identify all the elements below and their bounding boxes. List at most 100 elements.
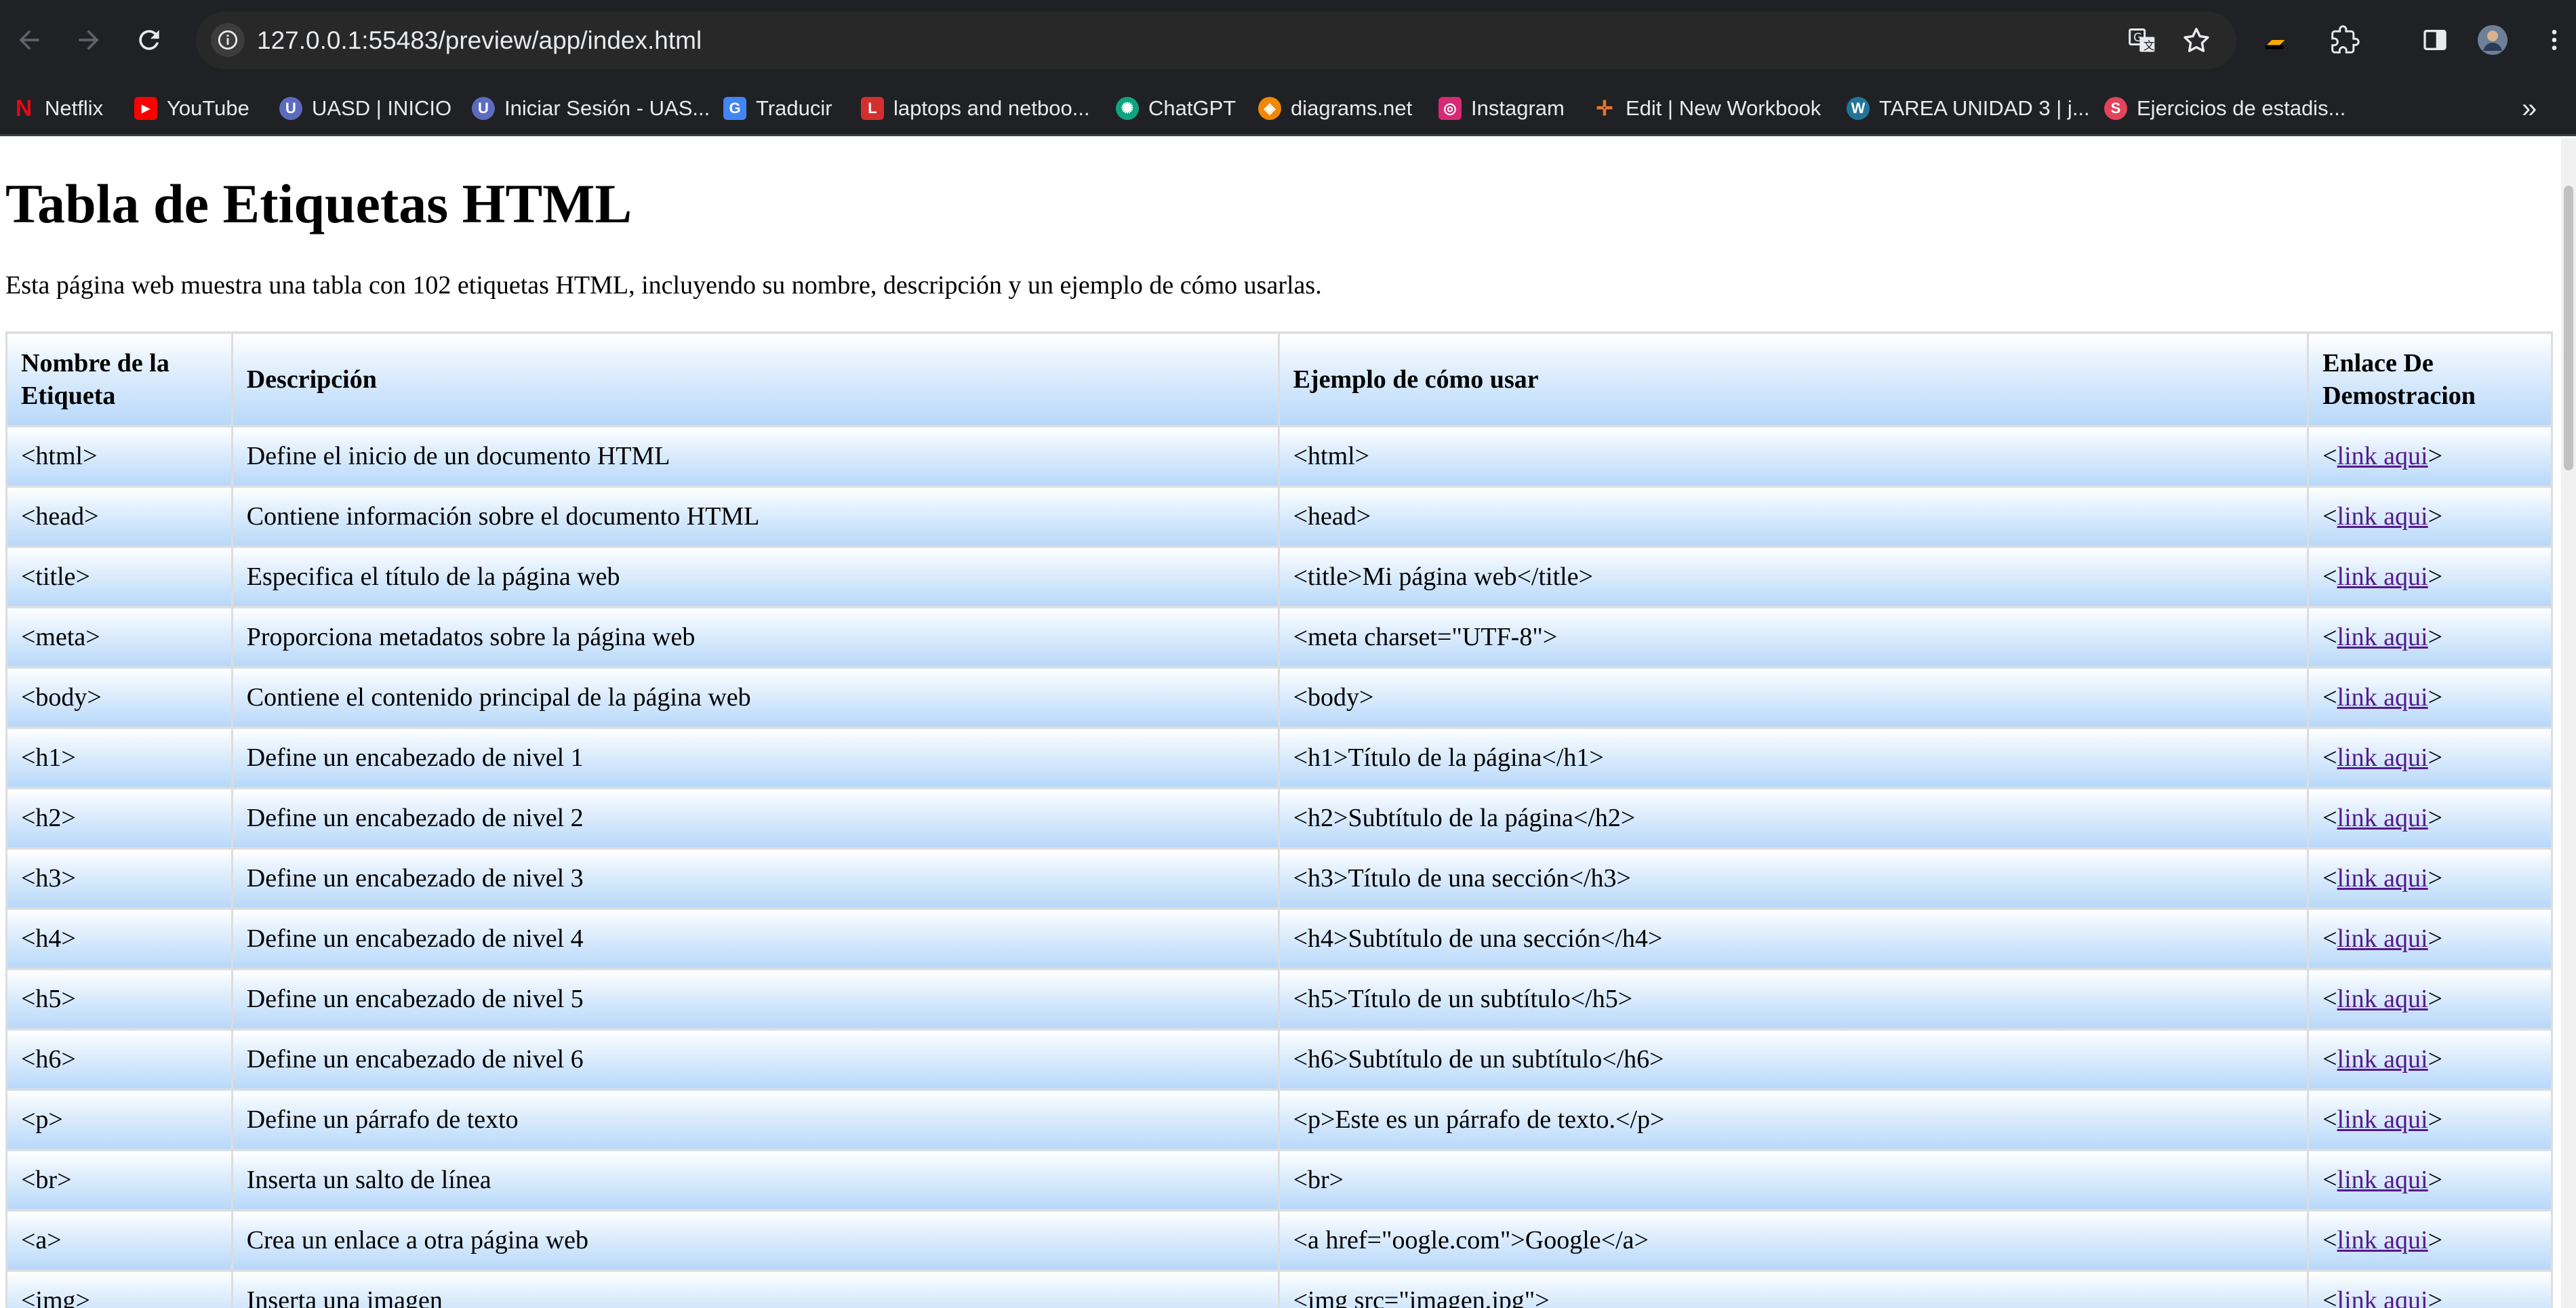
cell-description: Define un párrafo de texto bbox=[230, 1088, 1280, 1151]
bookmark-label: diagrams.net bbox=[1291, 96, 1413, 120]
svg-text:文: 文 bbox=[2144, 39, 2155, 52]
back-button[interactable] bbox=[9, 20, 49, 60]
forward-button[interactable] bbox=[69, 20, 108, 60]
link-bracket-open: < bbox=[2322, 924, 2337, 953]
profile-avatar[interactable] bbox=[2476, 23, 2510, 57]
link-bracket-open: < bbox=[2322, 985, 2337, 1013]
scrollbar-thumb[interactable] bbox=[2564, 186, 2573, 470]
netflix-icon: N bbox=[15, 95, 33, 121]
bookmark-label: Iniciar Sesión - UAS... bbox=[504, 96, 710, 120]
cell-example: <h6>Subtítulo de un subtítulo</h6> bbox=[1277, 1028, 2310, 1090]
cell-demo-link: <link aqui> bbox=[2307, 546, 2553, 608]
link-bracket-close: > bbox=[2428, 1286, 2443, 1308]
demo-link[interactable]: link aqui bbox=[2337, 623, 2428, 651]
demo-link[interactable]: link aqui bbox=[2337, 1286, 2428, 1308]
bookmark-star-icon[interactable] bbox=[2181, 25, 2212, 56]
bookmark-instagram[interactable]: ◎ Instagram bbox=[1438, 81, 1565, 136]
instagram-icon: ◎ bbox=[1438, 97, 1462, 120]
site-info-icon[interactable] bbox=[211, 23, 245, 57]
demo-link[interactable]: link aqui bbox=[2337, 1105, 2428, 1134]
translate-icon: G bbox=[723, 97, 746, 120]
page-viewport: Tabla de Etiquetas HTML Esta página web … bbox=[0, 138, 2576, 1308]
arrow-left-icon bbox=[19, 30, 39, 50]
bookmarks-overflow-button[interactable]: » bbox=[2522, 81, 2537, 136]
cell-tag-name: <p> bbox=[5, 1088, 233, 1151]
page-scrollbar[interactable] bbox=[2561, 138, 2576, 1308]
bookmark-tarea[interactable]: W TAREA UNIDAD 3 | j... bbox=[1847, 81, 2090, 136]
cell-description: Crea un enlace a otra página web bbox=[230, 1209, 1280, 1271]
table-body: <html> Define el inicio de un documento H… bbox=[5, 425, 2553, 1308]
link-bracket-close: > bbox=[2428, 502, 2443, 531]
demo-link[interactable]: link aqui bbox=[2337, 804, 2428, 832]
link-bracket-open: < bbox=[2322, 1226, 2337, 1254]
extension-icon[interactable] bbox=[2260, 23, 2294, 57]
cell-example: <html> bbox=[1277, 425, 2310, 487]
bookmark-laptops[interactable]: Llaptops and netboo... bbox=[861, 81, 1090, 136]
address-bar[interactable]: 127.0.0.1:55483/preview/app/index.html G… bbox=[196, 12, 2236, 69]
bookmark-uasd[interactable]: U UASD | INICIO bbox=[279, 81, 451, 136]
cell-tag-name: <h4> bbox=[5, 907, 233, 970]
page-title: Tabla de Etiquetas HTML bbox=[5, 173, 632, 234]
side-panel-icon[interactable] bbox=[2418, 23, 2452, 57]
link-bracket-close: > bbox=[2428, 683, 2443, 712]
cell-demo-link: <link aqui> bbox=[2307, 787, 2553, 849]
link-bracket-close: > bbox=[2428, 985, 2443, 1013]
demo-link[interactable]: link aqui bbox=[2337, 1045, 2428, 1074]
chatgpt-icon: ✺ bbox=[1116, 97, 1139, 120]
page-intro: Esta página web muestra una tabla con 10… bbox=[5, 271, 1322, 300]
cell-demo-link: <link aqui> bbox=[2307, 425, 2553, 487]
cell-description: Inserta una imagen bbox=[230, 1269, 1280, 1308]
cell-example: <head> bbox=[1277, 485, 2310, 548]
bookmark-uasd-login[interactable]: U Iniciar Sesión - UAS... bbox=[472, 81, 710, 136]
link-bracket-open: < bbox=[2322, 1045, 2337, 1074]
bookmark-netflix[interactable]: N Netflix bbox=[12, 81, 103, 136]
demo-link[interactable]: link aqui bbox=[2337, 502, 2428, 531]
bookmark-diagrams[interactable]: ◈ diagrams.net bbox=[1258, 81, 1412, 136]
arrow-right-icon bbox=[79, 30, 99, 50]
cell-demo-link: <link aqui> bbox=[2307, 1209, 2553, 1271]
bookmark-traducir[interactable]: G Traducir bbox=[723, 81, 832, 136]
cell-description: Proporciona metadatos sobre la página we… bbox=[230, 606, 1280, 668]
cell-tag-name: <h6> bbox=[5, 1028, 233, 1090]
table-row: <head> Contiene información sobre el docu… bbox=[5, 485, 2553, 548]
cell-example: <br> bbox=[1277, 1149, 2310, 1211]
demo-link[interactable]: link aqui bbox=[2337, 864, 2428, 893]
table-row: <h3> Define un encabezado de nivel 3 <h3>T… bbox=[5, 847, 2553, 910]
cell-description: Define un encabezado de nivel 3 bbox=[230, 847, 1280, 910]
cell-description: Define un encabezado de nivel 1 bbox=[230, 727, 1280, 789]
bookmark-label: Netflix bbox=[45, 96, 104, 120]
link-bracket-close: > bbox=[2428, 924, 2443, 953]
youtube-icon: ▶ bbox=[134, 97, 157, 120]
demo-link[interactable]: link aqui bbox=[2337, 563, 2428, 591]
chevron-double-right-icon: » bbox=[2522, 93, 2537, 123]
demo-link[interactable]: link aqui bbox=[2337, 743, 2428, 772]
link-bracket-close: > bbox=[2428, 563, 2443, 591]
demo-link[interactable]: link aqui bbox=[2337, 985, 2428, 1013]
cell-example: <a href="oogle.com">Google</a> bbox=[1277, 1209, 2310, 1271]
bookmark-ejercicios[interactable]: S Ejercicios de estadis... bbox=[2104, 81, 2346, 136]
reload-button[interactable] bbox=[129, 20, 169, 60]
bookmark-chatgpt[interactable]: ✺ ChatGPT bbox=[1116, 81, 1236, 136]
bookmark-workbook[interactable]: ✛ Edit | New Workbook bbox=[1593, 81, 1821, 136]
url-text[interactable]: 127.0.0.1:55483/preview/app/index.html bbox=[257, 12, 702, 69]
translate-page-icon[interactable]: G文 bbox=[2127, 25, 2158, 56]
cell-example: <img src="imagen.jpg"> bbox=[1277, 1269, 2310, 1308]
demo-link[interactable]: link aqui bbox=[2337, 1226, 2428, 1254]
bookmark-youtube[interactable]: ▶ YouTube bbox=[134, 81, 249, 136]
table-row: <meta> Proporciona metadatos sobre la pág… bbox=[5, 606, 2553, 668]
demo-link[interactable]: link aqui bbox=[2337, 683, 2428, 712]
link-bracket-close: > bbox=[2428, 1105, 2443, 1134]
cell-tag-name: <html> bbox=[5, 425, 233, 487]
menu-kebab-icon[interactable] bbox=[2537, 23, 2571, 57]
ejercicios-icon: S bbox=[2104, 97, 2127, 120]
link-bracket-open: < bbox=[2322, 502, 2337, 531]
cell-tag-name: <meta> bbox=[5, 606, 233, 668]
cell-description: Define el inicio de un documento HTML bbox=[230, 425, 1280, 487]
demo-link[interactable]: link aqui bbox=[2337, 1166, 2428, 1194]
cell-tag-name: <h3> bbox=[5, 847, 233, 910]
demo-link[interactable]: link aqui bbox=[2337, 442, 2428, 470]
extensions-puzzle-icon[interactable] bbox=[2328, 23, 2362, 57]
uasd-icon: U bbox=[279, 97, 302, 120]
cell-tag-name: <h5> bbox=[5, 968, 233, 1030]
demo-link[interactable]: link aqui bbox=[2337, 924, 2428, 953]
